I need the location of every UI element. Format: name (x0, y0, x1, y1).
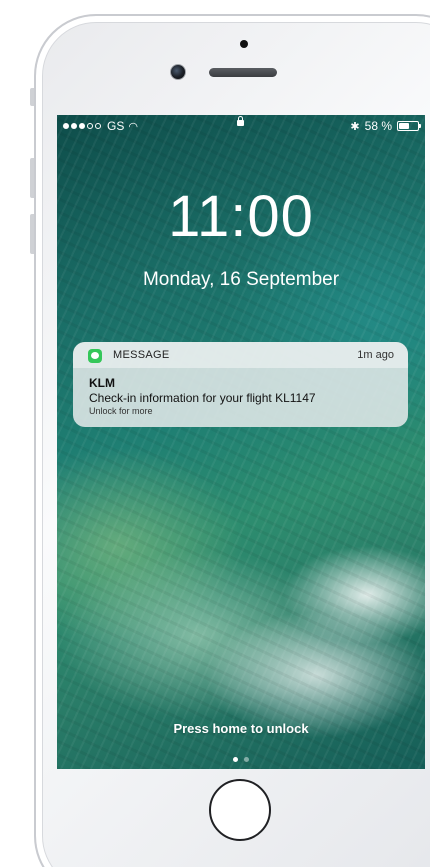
battery-level (399, 123, 409, 129)
earpiece-speaker (209, 68, 277, 77)
lock-screen-date: Monday, 16 September (142, 269, 340, 290)
battery-icon (397, 121, 421, 131)
page-indicator (57, 757, 425, 762)
messages-icon (88, 349, 102, 363)
front-camera-icon (170, 64, 186, 80)
proximity-sensor (240, 40, 248, 48)
status-right-group: ✱ 58 % (350, 119, 421, 133)
carrier-name: GS (107, 119, 125, 133)
signal-carrier-group: GS ◠ (63, 119, 138, 133)
lock-icon (237, 116, 244, 126)
lock-screen: GS ◠ ✱ 58 % 11:00 Monday, 16 September M… (57, 115, 425, 769)
device-mockup: GS ◠ ✱ 58 % 11:00 Monday, 16 September M… (0, 0, 430, 867)
page-dot (233, 757, 238, 762)
status-bar: GS ◠ ✱ 58 % (57, 115, 425, 135)
home-button[interactable] (209, 779, 271, 841)
notification-time: 1m ago (357, 349, 394, 361)
message-notification[interactable]: MESSAGE 1m ago KLM Check-in information … (73, 342, 408, 427)
notification-app-name: MESSAGE (113, 349, 170, 361)
battery-percentage: 58 % (364, 119, 392, 133)
bluetooth-icon: ✱ (350, 120, 360, 133)
page-dot (244, 757, 249, 762)
notification-sender: KLM (89, 376, 115, 390)
notification-message: Check-in information for your flight KL1… (89, 391, 316, 405)
signal-dot (71, 123, 77, 129)
press-home-hint: Press home to unlock (173, 721, 309, 736)
notification-hint: Unlock for more (89, 406, 153, 416)
signal-dot (79, 123, 85, 129)
signal-dot (63, 123, 69, 129)
lock-screen-time: 11:00 (168, 184, 314, 249)
notification-header: MESSAGE 1m ago (73, 342, 408, 368)
signal-dot (95, 123, 101, 129)
wifi-icon: ◠ (128, 120, 138, 133)
signal-dot (87, 123, 93, 129)
